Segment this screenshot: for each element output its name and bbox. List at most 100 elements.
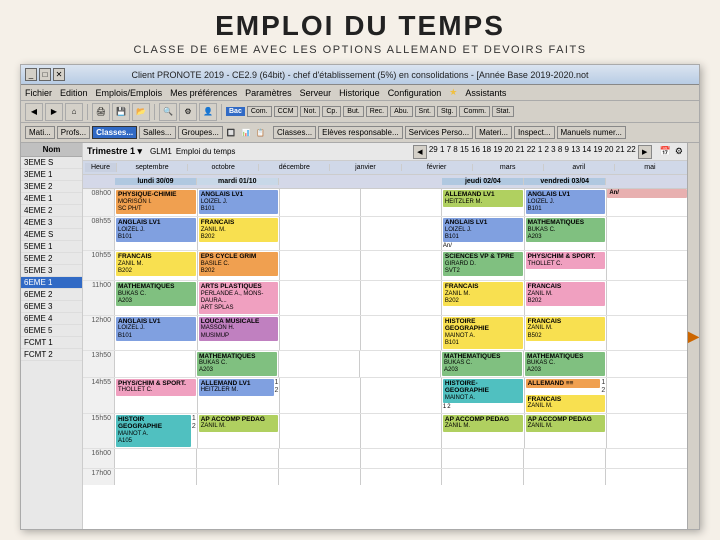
course-anglais-thu[interactable]: ANGLAIS LV1 LOIZEL J. B101 bbox=[443, 218, 523, 242]
course-francais-thu2[interactable]: HISTOIRE GEOGRAPHIE MAINOT A. B101 bbox=[443, 317, 523, 349]
menu-assistants[interactable]: Assistants bbox=[465, 88, 506, 98]
course-phys-sport2[interactable]: FRANCAIS ZANIL M. B202 bbox=[526, 282, 606, 306]
menu-serveur[interactable]: Serveur bbox=[300, 88, 332, 98]
abu-btn[interactable]: Abu. bbox=[390, 106, 412, 117]
course-allemand-tue2[interactable]: ALLEMAND LV1 HEITZLER M. bbox=[199, 379, 274, 396]
menu-parametres[interactable]: Paramètres bbox=[245, 88, 292, 98]
sidebar-item-3eme2[interactable]: 3EME 2 bbox=[21, 181, 82, 193]
sidebar-item-fcmt1[interactable]: FCMT 1 bbox=[21, 337, 82, 349]
course-francais-mon[interactable]: FRANCAIS ZANIL M. B202 bbox=[116, 252, 196, 276]
gear-button[interactable]: ⚙ bbox=[179, 103, 197, 121]
sidebar-item-3eme-s[interactable]: 3EME S bbox=[21, 157, 82, 169]
minimize-button[interactable]: _ bbox=[25, 68, 37, 81]
schedule-area[interactable]: Trimestre 1 ▾ GLM1 Emploi du temps ◀ 29 … bbox=[83, 143, 687, 529]
rec-btn[interactable]: Rec. bbox=[366, 106, 388, 117]
course-arts[interactable]: ARTS PLASTIQUES PERLANDE A., MONS-DAURA.… bbox=[199, 282, 279, 313]
classes-btn[interactable]: Classes... bbox=[92, 126, 137, 139]
classes2-btn[interactable]: Classes... bbox=[273, 126, 316, 139]
stat-btn[interactable]: Stat. bbox=[492, 106, 514, 117]
home-button[interactable]: ⌂ bbox=[65, 103, 83, 121]
menu-preferences[interactable]: Mes préférences bbox=[170, 88, 237, 98]
not-btn[interactable]: Not. bbox=[300, 106, 321, 117]
sidebar-item-5eme1[interactable]: 5EME 1 bbox=[21, 241, 82, 253]
calendar-icon[interactable]: 📅 bbox=[660, 146, 671, 157]
course-allemand-thu[interactable]: ALLEMAND LV1 HEITZLER M. bbox=[443, 190, 523, 207]
scroll-indicator[interactable]: ▶ bbox=[687, 143, 699, 529]
stg-btn[interactable]: Stg. bbox=[437, 106, 457, 117]
sidebar-item-6eme4[interactable]: 6EME 4 bbox=[21, 313, 82, 325]
manuel-btn[interactable]: Manuels numer... bbox=[557, 126, 626, 139]
course-hist-geo-thu[interactable]: HISTOIRE-GEOGRAPHIE MAINOT A. bbox=[443, 379, 523, 404]
course-math-fri2[interactable]: MATHEMATIQUES BUKAS C. A203 bbox=[525, 352, 605, 376]
course-anglais-fri[interactable]: ANGLAIS LV1 LOIZEL J. B101 bbox=[526, 190, 606, 214]
open-button[interactable]: 📂 bbox=[132, 103, 150, 121]
next-week-btn[interactable]: ▶ bbox=[638, 145, 652, 159]
ccm-btn[interactable]: CCM bbox=[274, 106, 298, 117]
menu-fichier[interactable]: Fichier bbox=[25, 88, 52, 98]
groupes-btn[interactable]: Groupes... bbox=[178, 126, 223, 139]
sidebar-item-5eme3[interactable]: 5EME 3 bbox=[21, 265, 82, 277]
save-button[interactable]: 💾 bbox=[112, 103, 130, 121]
eleves-btn[interactable]: Elèves responsable... bbox=[318, 126, 403, 139]
course-francais-fri3[interactable]: FRANCAIS ZANIL M. bbox=[526, 395, 606, 412]
course-francais-thu[interactable]: FRANCAIS ZANIL M. B202 bbox=[443, 282, 523, 306]
mati-btn[interactable]: Mati... bbox=[25, 126, 55, 139]
but-btn[interactable]: But. bbox=[343, 106, 363, 117]
course-svt[interactable]: SCIENCES VP & TPRE GIRARD D. SVT2 bbox=[443, 252, 523, 276]
course-phys-sport-mon[interactable]: PHYS/CHIM & SPORT. THOLLET C. bbox=[116, 379, 196, 396]
com-btn[interactable]: Com. bbox=[247, 106, 272, 117]
sidebar-item-fcmt2[interactable]: FCMT 2 bbox=[21, 349, 82, 361]
course-math-tue[interactable]: MATHEMATIQUES BUKAS C. A203 bbox=[197, 352, 277, 376]
course-math-fri[interactable]: MATHEMATIQUES BUKAS C. A203 bbox=[526, 218, 606, 242]
sidebar-item-5eme2[interactable]: 5EME 2 bbox=[21, 253, 82, 265]
course-phys-sport[interactable]: PHYS/CHIM & SPORT. THOLLET C. bbox=[526, 252, 606, 269]
menu-edition[interactable]: Edition bbox=[60, 88, 88, 98]
bac-btn[interactable]: Bac bbox=[226, 107, 245, 116]
forward-button[interactable]: ▶ bbox=[45, 103, 63, 121]
course-physique[interactable]: PHYSIQUE-CHIMIE MORISON I. SC PH/T bbox=[116, 190, 196, 214]
services-btn[interactable]: Services Perso... bbox=[405, 126, 473, 139]
cp-btn[interactable]: Cp. bbox=[322, 106, 341, 117]
course-math-thu[interactable]: MATHEMATIQUES BUKAS C. A203 bbox=[442, 352, 522, 376]
search-button[interactable]: 🔍 bbox=[159, 103, 177, 121]
sidebar-item-6eme3[interactable]: 6EME 3 bbox=[21, 301, 82, 313]
prev-week-btn[interactable]: ◀ bbox=[413, 145, 427, 159]
profs-btn[interactable]: Profs... bbox=[57, 126, 90, 139]
course-hist-geo-mon[interactable]: HISTOIR GEOGRAPHIE MAINOT A. A105 bbox=[116, 415, 191, 447]
course-math-mon[interactable]: MATHEMATIQUES BUKAS C. A203 bbox=[116, 282, 196, 306]
inspec-btn[interactable]: Inspect... bbox=[514, 126, 554, 139]
print-button[interactable]: 🖨 bbox=[92, 103, 110, 121]
menu-emplois[interactable]: Emplois/Emplois bbox=[96, 88, 163, 98]
course-francais-tue[interactable]: FRANCAIS ZANIL M. B202 bbox=[199, 218, 279, 242]
course-ap-fri[interactable]: AP ACCOMP PEDAG ZANIL M. bbox=[526, 415, 606, 432]
settings-icon[interactable]: ⚙ bbox=[675, 146, 683, 157]
sidebar-item-6eme1[interactable]: 6EME 1 bbox=[21, 277, 82, 289]
course-ap-tue[interactable]: AP ACCOMP PEDAG ZANIL M. bbox=[199, 415, 279, 432]
course-anglais-mon2[interactable]: ANGLAIS LV1 LOIZEL J. B101 bbox=[116, 317, 196, 341]
sidebar-item-6eme5[interactable]: 6EME 5 bbox=[21, 325, 82, 337]
sidebar-item-6eme2[interactable]: 6EME 2 bbox=[21, 289, 82, 301]
course-anglais-mon[interactable]: ANGLAIS LV1 LOIZEL J. B101 bbox=[116, 218, 196, 242]
menu-historique[interactable]: Historique bbox=[339, 88, 380, 98]
sidebar-item-4eme3[interactable]: 4EME 3 bbox=[21, 217, 82, 229]
back-button[interactable]: ◀ bbox=[25, 103, 43, 121]
course-ap-thu[interactable]: AP ACCOMP PEDAG ZANIL M. bbox=[443, 415, 523, 432]
course-eps[interactable]: EPS CYCLE GRIM BASILE C. B202 bbox=[199, 252, 279, 276]
sidebar-item-4eme-s[interactable]: 4EME S bbox=[21, 229, 82, 241]
course-allemand-fri[interactable]: ALLEMAND ≡≡ bbox=[526, 379, 601, 389]
course-musique[interactable]: LOUCA MUSICALE MASSON H. MUSIMUP bbox=[199, 317, 279, 341]
course-extra[interactable]: An/ bbox=[607, 189, 687, 198]
people-button[interactable]: 👤 bbox=[199, 103, 217, 121]
course-anglais-tue[interactable]: ANGLAIS LV1 LOIZEL J. B101 bbox=[199, 190, 279, 214]
close-button[interactable]: ✕ bbox=[53, 68, 65, 81]
salles-btn[interactable]: Salles... bbox=[139, 126, 175, 139]
course-francais-fri2[interactable]: FRANCAIS ZANIL M. B502 bbox=[526, 317, 606, 341]
sidebar-item-4eme2[interactable]: 4EME 2 bbox=[21, 205, 82, 217]
sidebar-item-4eme1[interactable]: 4EME 1 bbox=[21, 193, 82, 205]
materiel-btn[interactable]: Materi... bbox=[475, 126, 512, 139]
snt-btn[interactable]: Snt. bbox=[415, 106, 435, 117]
comm-btn2[interactable]: Comm. bbox=[459, 106, 490, 117]
menu-config[interactable]: Configuration bbox=[388, 88, 442, 98]
maximize-button[interactable]: □ bbox=[39, 68, 51, 81]
sidebar-item-3eme1[interactable]: 3EME 1 bbox=[21, 169, 82, 181]
